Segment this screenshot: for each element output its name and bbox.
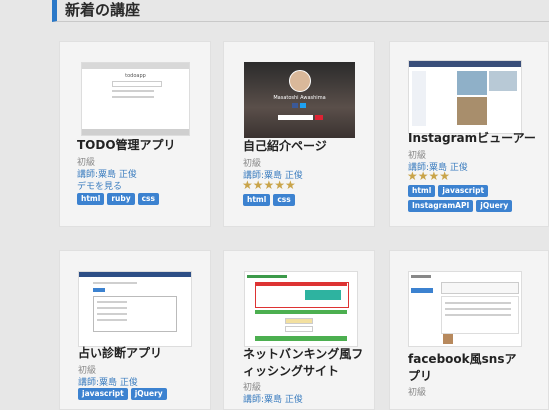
course-thumbnail[interactable] <box>408 271 522 347</box>
course-thumbnail[interactable]: todoapp <box>81 62 190 136</box>
course-title[interactable]: 自己紹介ページ <box>243 138 373 155</box>
course-title[interactable]: facebook風snsアプリ <box>408 351 518 385</box>
tag[interactable]: html <box>243 194 271 206</box>
course-title[interactable]: TODO管理アプリ <box>77 137 207 154</box>
course-title[interactable]: 占い診断アプリ <box>78 345 208 362</box>
tag[interactable]: html <box>77 193 105 205</box>
course-title[interactable]: ネットバンキング風フィッシングサイト <box>243 346 371 380</box>
course-teacher[interactable]: 講師:粟島 正俊 <box>243 392 303 405</box>
thumb-name: Masatoshi Awashima <box>273 95 326 101</box>
course-thumbnail[interactable] <box>244 271 358 347</box>
rating-stars: ★★★★ <box>407 169 451 183</box>
tag[interactable]: html <box>408 185 436 197</box>
course-card-instagram[interactable]: Instagramビューアー 初級 講師:粟島 正俊 ★★★★ html jav… <box>389 41 549 227</box>
course-level: 初級 <box>408 388 427 398</box>
tag-list: html ruby css <box>77 193 207 205</box>
course-thumbnail[interactable] <box>78 271 192 347</box>
course-card-facebook[interactable]: facebook風snsアプリ 初級 <box>389 250 549 410</box>
tag-list: html css <box>243 194 373 206</box>
course-card-banking[interactable]: ネットバンキング風フィッシングサイト 初級 講師:粟島 正俊 <box>223 250 375 410</box>
course-thumbnail[interactable]: Masatoshi Awashima <box>244 62 355 138</box>
course-title[interactable]: Instagramビューアー <box>408 130 548 147</box>
section-title: 新着の講座 <box>52 0 549 22</box>
tag[interactable]: css <box>137 193 159 205</box>
tag[interactable]: javascript <box>438 185 489 197</box>
thumb-app-title: todoapp <box>125 73 146 79</box>
course-teacher[interactable]: 講師:粟島 正俊 <box>78 375 138 388</box>
tag[interactable]: InstagramAPI <box>408 200 474 212</box>
course-card-profile[interactable]: Masatoshi Awashima 自己紹介ページ 初級 講師:粟島 正俊 ★… <box>223 41 375 227</box>
tag[interactable]: javascript <box>78 388 128 400</box>
tag[interactable]: css <box>273 194 295 206</box>
rating-stars: ★★★★★ <box>242 178 296 192</box>
tag[interactable]: jQuery <box>476 200 513 212</box>
tag-list: html javascript InstagramAPI jQuery <box>408 185 518 212</box>
tag[interactable]: jQuery <box>130 388 167 400</box>
demo-link[interactable]: デモを見る <box>77 179 122 192</box>
course-thumbnail[interactable] <box>408 60 522 134</box>
course-card-fortune[interactable]: 占い診断アプリ 初級 講師:粟島 正俊 javascript jQuery <box>59 250 211 410</box>
tag[interactable]: ruby <box>107 193 135 205</box>
course-card-todo[interactable]: todoapp TODO管理アプリ 初級 講師:粟島 正俊 デモを見る html… <box>59 41 211 227</box>
tag-list: javascript jQuery <box>78 388 208 400</box>
avatar <box>289 70 311 92</box>
